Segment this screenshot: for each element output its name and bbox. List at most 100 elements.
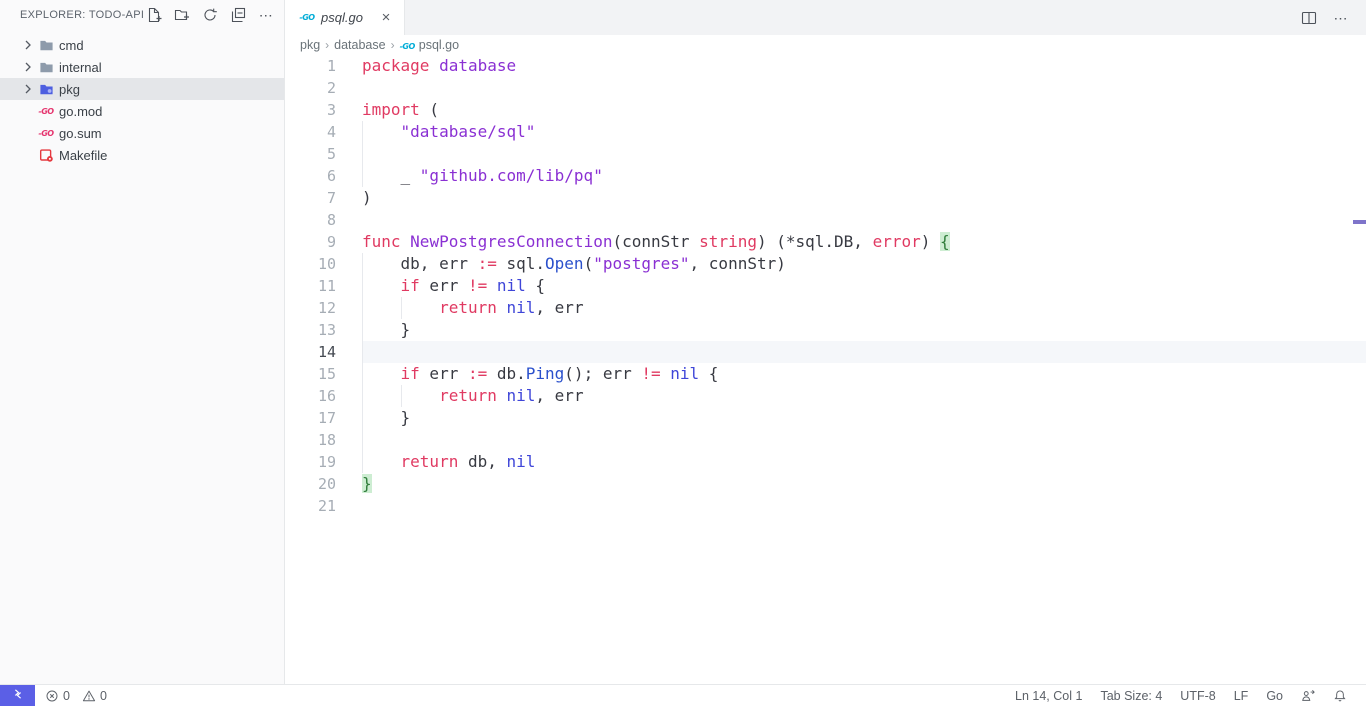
code-line-content[interactable]: } <box>362 473 1366 495</box>
line-number[interactable]: 12 <box>285 297 362 319</box>
line-number[interactable]: 4 <box>285 121 362 143</box>
tree-item-makefile[interactable]: Makefile <box>0 144 284 166</box>
code-line-content[interactable] <box>362 77 1366 99</box>
code-line-content[interactable] <box>362 495 1366 517</box>
code-token: return <box>401 452 459 471</box>
line-number[interactable]: 8 <box>285 209 362 231</box>
tree-indent-spacer <box>20 125 36 141</box>
language-mode-status[interactable]: Go <box>1257 685 1292 706</box>
chevron-right-icon[interactable] <box>20 59 36 75</box>
line-number[interactable]: 9 <box>285 231 362 253</box>
line-number[interactable]: 2 <box>285 77 362 99</box>
close-tab-icon[interactable]: × <box>378 9 394 26</box>
tree-item-pkg[interactable]: pkg <box>0 78 284 100</box>
breadcrumb-item-psql-go[interactable]: -GOpsql.go <box>400 38 460 52</box>
line-number[interactable]: 20 <box>285 473 362 495</box>
refresh-explorer-button[interactable] <box>200 5 220 25</box>
code-line-content[interactable]: "database/sql" <box>362 121 1366 143</box>
notifications-status[interactable] <box>1324 685 1356 706</box>
code-line-6[interactable]: 6 _ "github.com/lib/pq" <box>285 165 1366 187</box>
code-line-11[interactable]: 11 if err != nil { <box>285 275 1366 297</box>
line-number[interactable]: 17 <box>285 407 362 429</box>
remote-indicator[interactable] <box>0 685 35 706</box>
code-line-19[interactable]: 19 return db, nil <box>285 451 1366 473</box>
line-number[interactable]: 16 <box>285 385 362 407</box>
eol-sequence-status[interactable]: LF <box>1225 685 1258 706</box>
breadcrumb-item-pkg[interactable]: pkg <box>300 38 320 52</box>
tree-item-cmd[interactable]: cmd <box>0 34 284 56</box>
tree-item-label: Makefile <box>59 148 107 163</box>
code-line-13[interactable]: 13 } <box>285 319 1366 341</box>
code-token: error <box>873 232 921 251</box>
indentation-status[interactable]: Tab Size: 4 <box>1091 685 1171 706</box>
line-number[interactable]: 3 <box>285 99 362 121</box>
tab-psql-go[interactable]: -GO psql.go × <box>285 0 405 35</box>
code-token: "github.com/lib/pq" <box>420 166 603 185</box>
code-line-16[interactable]: 16 return nil, err <box>285 385 1366 407</box>
code-token: nil <box>497 276 526 295</box>
code-line-14[interactable]: 14 <box>285 341 1366 363</box>
code-line-3[interactable]: 3import ( <box>285 99 1366 121</box>
code-line-17[interactable]: 17 } <box>285 407 1366 429</box>
line-number[interactable]: 19 <box>285 451 362 473</box>
line-number[interactable]: 7 <box>285 187 362 209</box>
code-line-10[interactable]: 10 db, err := sql.Open("postgres", connS… <box>285 253 1366 275</box>
code-line-7[interactable]: 7) <box>285 187 1366 209</box>
line-number[interactable]: 10 <box>285 253 362 275</box>
code-line-1[interactable]: 1package database <box>285 55 1366 77</box>
line-number[interactable]: 1 <box>285 55 362 77</box>
code-line-content[interactable]: return nil, err <box>362 385 1366 407</box>
code-line-content[interactable]: if err != nil { <box>362 275 1366 297</box>
code-line-content[interactable]: if err := db.Ping(); err != nil { <box>362 363 1366 385</box>
tree-item-go-mod[interactable]: -GOgo.mod <box>0 100 284 122</box>
code-line-9[interactable]: 9func NewPostgresConnection(connStr stri… <box>285 231 1366 253</box>
line-number[interactable]: 6 <box>285 165 362 187</box>
code-line-4[interactable]: 4 "database/sql" <box>285 121 1366 143</box>
line-number[interactable]: 18 <box>285 429 362 451</box>
code-line-content[interactable]: return db, nil <box>362 451 1366 473</box>
code-line-content[interactable] <box>362 341 1366 363</box>
tree-item-internal[interactable]: internal <box>0 56 284 78</box>
collapse-folders-button[interactable] <box>228 5 248 25</box>
code-line-content[interactable]: func NewPostgresConnection(connStr strin… <box>362 231 1366 253</box>
code-line-content[interactable] <box>362 429 1366 451</box>
code-line-18[interactable]: 18 <box>285 429 1366 451</box>
chevron-right-icon[interactable] <box>20 81 36 97</box>
code-line-content[interactable]: } <box>362 407 1366 429</box>
code-line-content[interactable] <box>362 209 1366 231</box>
code-line-15[interactable]: 15 if err := db.Ping(); err != nil { <box>285 363 1366 385</box>
tree-item-go-sum[interactable]: -GOgo.sum <box>0 122 284 144</box>
code-token <box>362 364 401 383</box>
code-line-21[interactable]: 21 <box>285 495 1366 517</box>
feedback-status[interactable] <box>1292 685 1324 706</box>
new-folder-button[interactable] <box>172 5 192 25</box>
new-file-button[interactable] <box>144 5 164 25</box>
line-number[interactable]: 21 <box>285 495 362 517</box>
code-line-content[interactable]: } <box>362 319 1366 341</box>
code-line-8[interactable]: 8 <box>285 209 1366 231</box>
code-line-20[interactable]: 20} <box>285 473 1366 495</box>
breadcrumb-item-database[interactable]: database <box>334 38 385 52</box>
problems-status[interactable]: 0 0 <box>35 685 117 706</box>
encoding-status[interactable]: UTF-8 <box>1171 685 1224 706</box>
line-number[interactable]: 14 <box>285 341 362 363</box>
code-line-content[interactable]: _ "github.com/lib/pq" <box>362 165 1366 187</box>
code-line-content[interactable]: package database <box>362 55 1366 77</box>
code-line-2[interactable]: 2 <box>285 77 1366 99</box>
code-line-content[interactable]: db, err := sql.Open("postgres", connStr) <box>362 253 1366 275</box>
code-line-content[interactable]: ) <box>362 187 1366 209</box>
code-line-content[interactable]: import ( <box>362 99 1366 121</box>
code-line-content[interactable]: return nil, err <box>362 297 1366 319</box>
line-number[interactable]: 5 <box>285 143 362 165</box>
chevron-right-icon[interactable] <box>20 37 36 53</box>
code-line-content[interactable] <box>362 143 1366 165</box>
more-actions-button[interactable]: ⋯ <box>256 5 276 25</box>
cursor-position-status[interactable]: Ln 14, Col 1 <box>1006 685 1091 706</box>
line-number[interactable]: 15 <box>285 363 362 385</box>
split-editor-button[interactable] <box>1298 7 1320 29</box>
code-line-12[interactable]: 12 return nil, err <box>285 297 1366 319</box>
line-number[interactable]: 11 <box>285 275 362 297</box>
editor-more-actions-button[interactable]: ⋯ <box>1330 7 1352 29</box>
line-number[interactable]: 13 <box>285 319 362 341</box>
code-line-5[interactable]: 5 <box>285 143 1366 165</box>
